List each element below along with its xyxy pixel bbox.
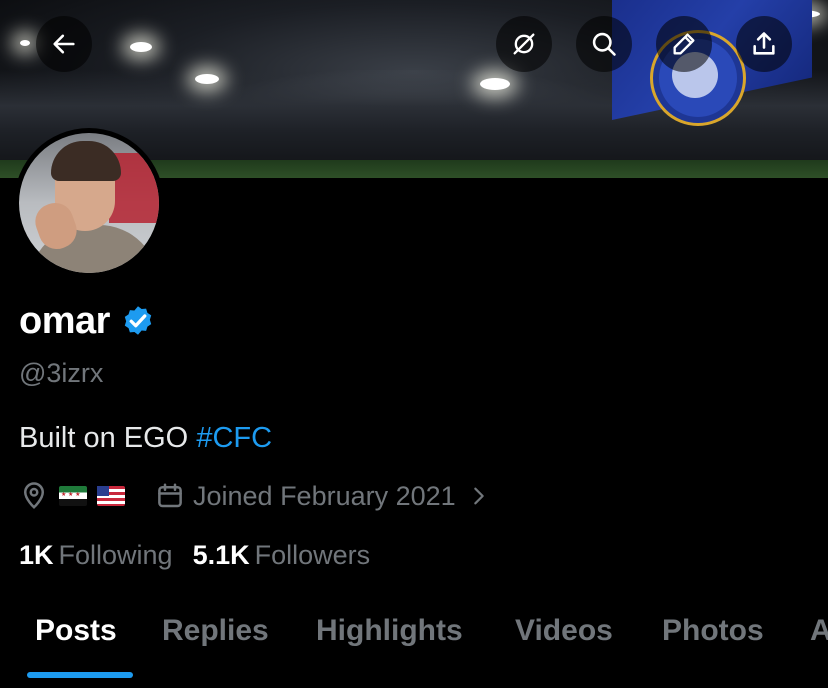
followers-count: 5.1K — [192, 540, 250, 570]
syria-flag-icon — [59, 486, 87, 506]
followers-label: Followers — [254, 540, 371, 570]
display-name: omar — [19, 300, 110, 342]
follow-stats: 1K Following 5.1K Followers — [19, 540, 370, 571]
tab-videos[interactable]: Videos — [515, 614, 613, 648]
calendar-icon — [158, 483, 182, 508]
share-button[interactable] — [736, 16, 792, 72]
back-button[interactable] — [36, 16, 92, 72]
usa-flag-icon — [97, 486, 125, 506]
tab-posts[interactable]: Posts — [35, 614, 117, 648]
stadium-light — [480, 78, 510, 90]
profile-meta: Joined February 2021 — [19, 478, 490, 514]
tab-photos[interactable]: Photos — [662, 614, 764, 648]
avatar-photo — [19, 133, 159, 273]
joined-date[interactable]: Joined February 2021 — [193, 481, 456, 512]
tab-highlights[interactable]: Highlights — [316, 614, 463, 648]
following-count: 1K — [19, 540, 54, 570]
chevron-right-icon[interactable] — [468, 485, 490, 507]
arrow-left-icon — [53, 34, 75, 54]
bio: Built on EGO #CFC — [19, 422, 272, 455]
display-name-row: omar — [19, 300, 156, 343]
following-label: Following — [58, 540, 173, 570]
following-link[interactable]: 1K Following — [19, 540, 173, 571]
search-icon — [592, 32, 616, 56]
profile-tabs: Posts Replies Highlights Videos Photos A — [0, 600, 828, 688]
tab-articles[interactable]: A — [810, 614, 828, 648]
followers-link[interactable]: 5.1K Followers — [193, 540, 371, 571]
stadium-light — [130, 42, 152, 52]
tab-replies[interactable]: Replies — [162, 614, 269, 648]
edit-icon — [673, 33, 695, 55]
stadium-light — [20, 40, 30, 46]
bio-hashtag-link[interactable]: #CFC — [196, 422, 272, 454]
location-pin-icon — [23, 482, 45, 509]
bio-text: Built on EGO — [19, 422, 197, 454]
active-tab-indicator — [27, 672, 133, 678]
grok-button[interactable] — [496, 16, 552, 72]
stadium-light — [195, 74, 219, 84]
edit-button[interactable] — [656, 16, 712, 72]
search-button[interactable] — [576, 16, 632, 72]
username-handle: @3izrx — [19, 358, 104, 388]
avatar[interactable] — [14, 128, 164, 278]
verified-badge-icon[interactable] — [120, 304, 156, 340]
grok-icon — [513, 33, 535, 55]
share-icon — [753, 32, 775, 55]
